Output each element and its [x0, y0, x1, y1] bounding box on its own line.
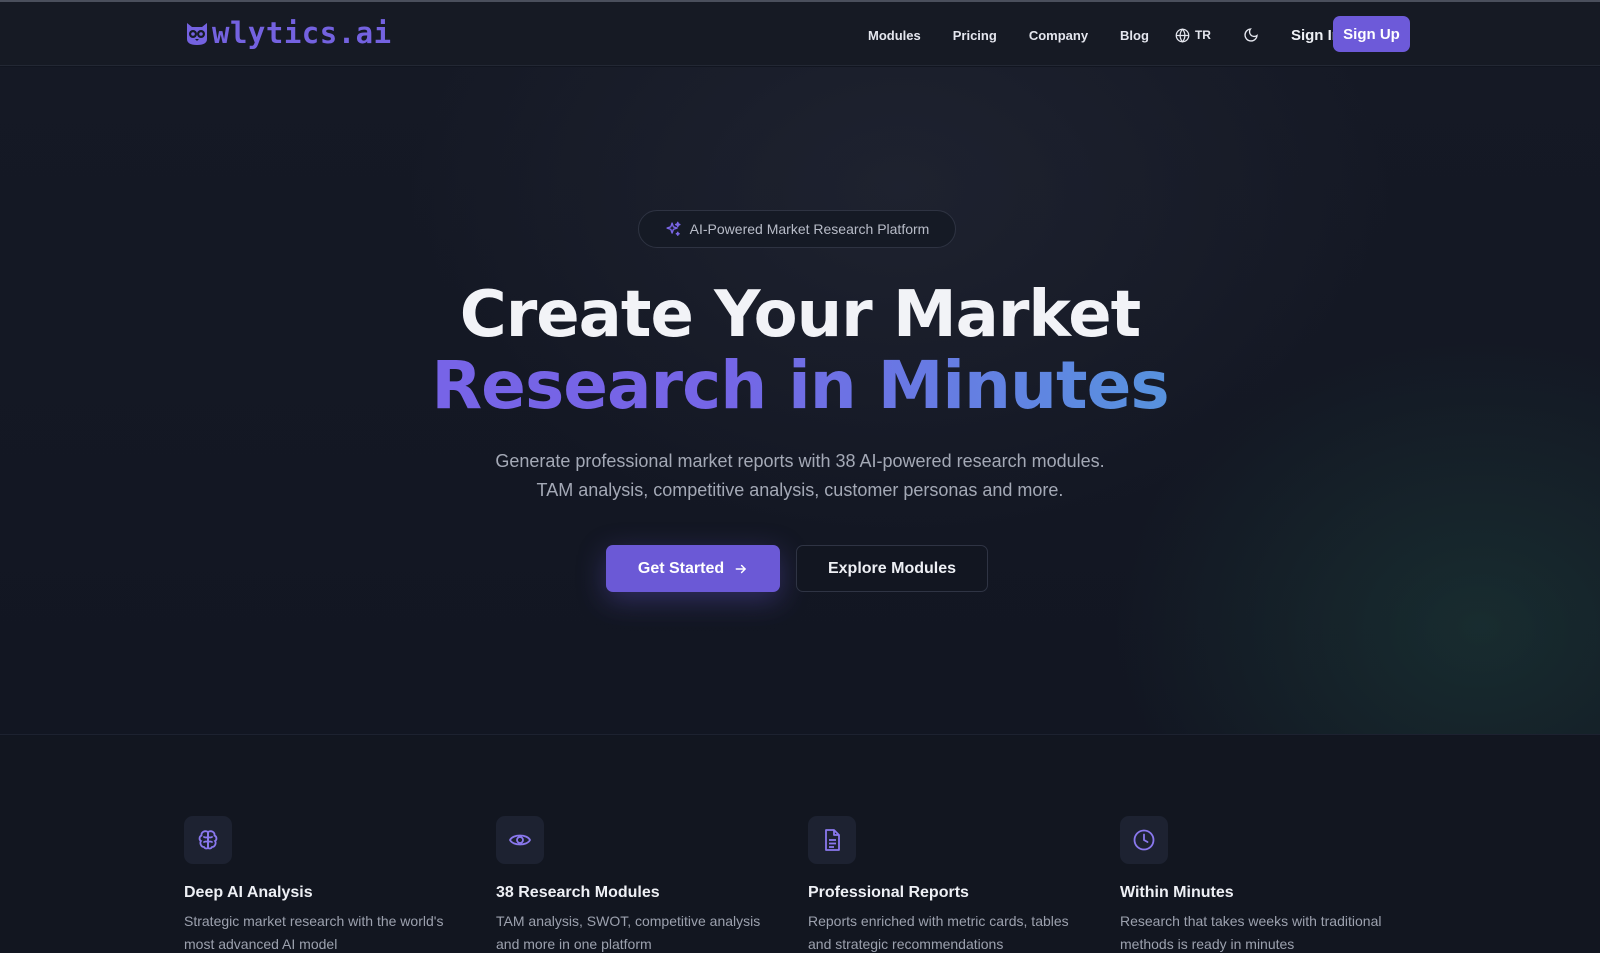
- feature-description-line: Reports enriched with metric cards, tabl…: [808, 913, 1069, 929]
- feature-icon-box: [184, 816, 232, 864]
- eye-icon: [508, 834, 532, 846]
- hero-title-line1: Create Your Market: [459, 278, 1142, 352]
- feature-description-line: TAM analysis, SWOT, competitive analysis: [496, 913, 761, 929]
- owl-logo-icon: [187, 23, 207, 45]
- arrow-right-icon: [735, 564, 746, 573]
- feature-description-line: Research that takes weeks with tradition…: [1120, 913, 1382, 929]
- feature-description-line: and more in one platform: [496, 936, 652, 952]
- feature-description: TAM analysis, SWOT, competitive analysis…: [496, 910, 786, 953]
- hero-badge: AI-Powered Market Research Platform: [638, 210, 956, 248]
- feature-card: Within Minutes Research that takes weeks…: [1120, 816, 1410, 953]
- nav-links: Modules Pricing Company Blog TR Sign In: [868, 24, 1357, 46]
- feature-description-line: methods is ready in minutes: [1120, 936, 1295, 952]
- feature-card: 38 Research Modules TAM analysis, SWOT, …: [496, 816, 786, 953]
- globe-icon: [1175, 27, 1190, 43]
- logo[interactable]: wlytics.ai: [184, 16, 392, 50]
- get-started-button[interactable]: Get Started: [606, 545, 780, 592]
- hero-subtitle-line2: TAM analysis, competitive analysis, cust…: [536, 480, 1064, 500]
- logo-text: wlytics.ai: [212, 16, 392, 50]
- moon-icon[interactable]: [1243, 27, 1259, 43]
- nav-link-blog[interactable]: Blog: [1120, 28, 1149, 43]
- feature-icon-box: [1120, 816, 1168, 864]
- feature-description-line: most advanced AI model: [184, 936, 338, 952]
- top-navigation: wlytics.ai Modules Pricing Company Blog …: [0, 2, 1600, 66]
- feature-card: Deep AI Analysis Strategic market resear…: [184, 816, 474, 953]
- language-switcher[interactable]: TR: [1175, 27, 1211, 43]
- sign-up-button[interactable]: Sign Up: [1333, 16, 1410, 52]
- feature-title: Within Minutes: [1120, 884, 1234, 901]
- get-started-label: Get Started: [637, 559, 725, 577]
- feature-description-line: Strategic market research with the world…: [184, 913, 444, 929]
- feature-icon-box: [496, 816, 544, 864]
- sparkles-icon: [666, 221, 681, 236]
- feature-description: Reports enriched with metric cards, tabl…: [808, 910, 1098, 953]
- language-code: TR: [1194, 28, 1211, 42]
- explore-modules-button[interactable]: Explore Modules: [796, 545, 988, 592]
- hero-subtitle-line1: Generate professional market reports wit…: [495, 451, 1105, 471]
- feature-description: Strategic market research with the world…: [184, 910, 474, 953]
- feature-description: Research that takes weeks with tradition…: [1120, 910, 1410, 953]
- features-section: Deep AI Analysis Strategic market resear…: [0, 736, 1600, 953]
- hero-badge-text: AI-Powered Market Research Platform: [689, 221, 930, 237]
- hero-title-line2: Research in Minutes: [0, 347, 1600, 424]
- clock-icon: [1133, 829, 1155, 851]
- nav-link-pricing[interactable]: Pricing: [953, 28, 997, 43]
- feature-description-line: and strategic recommendations: [808, 936, 1004, 952]
- feature-card: Professional Reports Reports enriched wi…: [808, 816, 1098, 953]
- feature-title: 38 Research Modules: [496, 884, 660, 901]
- document-icon: [825, 829, 840, 851]
- feature-title: Deep AI Analysis: [184, 884, 313, 901]
- nav-link-company[interactable]: Company: [1029, 28, 1088, 43]
- nav-link-modules[interactable]: Modules: [868, 28, 921, 43]
- brain-icon: [198, 830, 218, 850]
- feature-title: Professional Reports: [808, 884, 969, 901]
- feature-icon-box: [808, 816, 856, 864]
